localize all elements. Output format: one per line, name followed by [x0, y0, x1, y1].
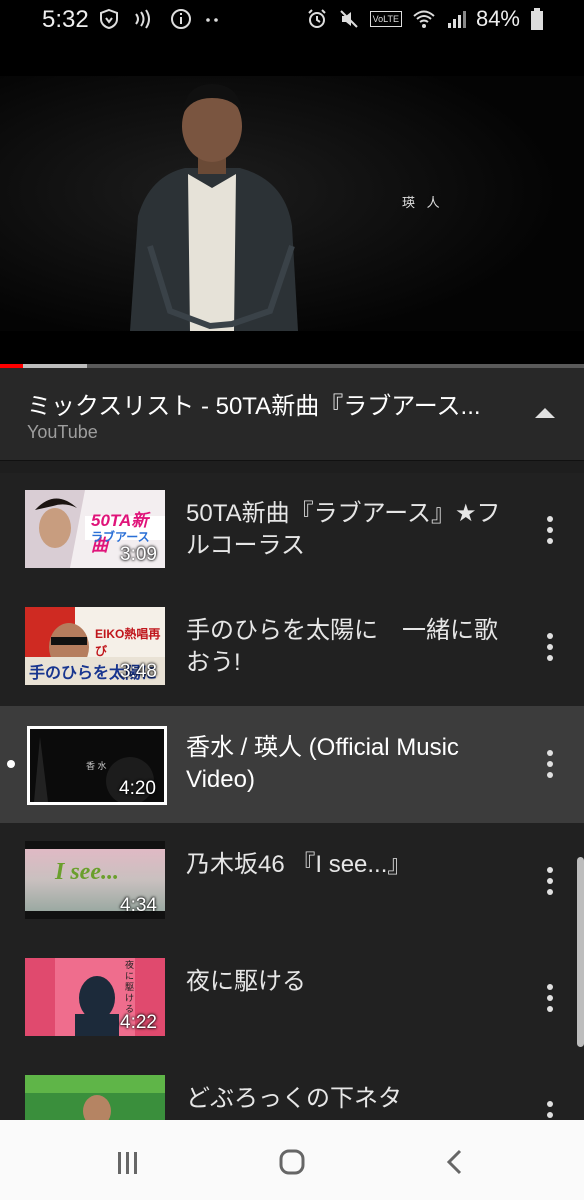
- list-item[interactable]: 50TA新曲 ラブアース 3:09 50TA新曲『ラブアース』★フルコーラス: [0, 472, 584, 589]
- more-options-icon[interactable]: [538, 750, 562, 780]
- signal-icon: [447, 11, 466, 28]
- list-item[interactable]: I see... 4:34 乃木坂46 『I see...』: [0, 823, 584, 940]
- video-title: 50TA新曲『ラブアース』★フルコーラス: [186, 500, 501, 559]
- video-bottom-band: [0, 331, 584, 364]
- thumb-text-main: I see...: [55, 859, 119, 885]
- wifi-icon: [413, 10, 435, 28]
- duration-label: 4:22: [120, 1012, 157, 1033]
- list-item-now-playing[interactable]: 香 水 4:20 香水 / 瑛人 (Official Music Video): [0, 706, 584, 823]
- info-icon: [171, 9, 191, 29]
- status-bar: 5:32 VoLTE 84%: [0, 0, 584, 40]
- playlist-title: ミックスリスト - 50TA新曲『ラブアース...: [27, 393, 481, 420]
- system-nav-bar: [0, 1120, 584, 1200]
- recent-apps-icon[interactable]: [108, 1144, 148, 1184]
- video-title: 夜に駆ける: [186, 968, 306, 995]
- more-options-icon[interactable]: [538, 984, 562, 1014]
- more-options-icon[interactable]: [538, 633, 562, 663]
- more-dots-icon: [206, 18, 218, 22]
- thumb-text-main: EIKO熱唱再び: [95, 627, 161, 658]
- video-title: 乃木坂46 『I see...』: [186, 851, 412, 878]
- duration-label: 4:34: [120, 895, 157, 916]
- home-icon[interactable]: [272, 1144, 312, 1184]
- alarm-icon: [307, 9, 326, 28]
- list-item[interactable]: EIKO熱唱再び 手のひらを太陽に 3:48 手のひらを太陽に 一緒に歌おう!: [0, 589, 584, 706]
- video-title: 香水 / 瑛人 (Official Music Video): [186, 734, 459, 793]
- thumb-text-main: 香 水: [86, 761, 107, 771]
- video-thumbnail: 50TA新曲 ラブアース 3:09: [25, 490, 165, 568]
- shield-icon: [100, 8, 118, 30]
- more-options-icon[interactable]: [538, 516, 562, 546]
- playlist-header[interactable]: ミックスリスト - 50TA新曲『ラブアース... YouTube: [0, 368, 584, 460]
- duration-label: 3:09: [120, 544, 157, 565]
- video-title: どぶろっくの下ネタ: [186, 1085, 402, 1112]
- nfc-icon: [135, 9, 150, 29]
- playlist-list: 50TA新曲 ラブアース 3:09 50TA新曲『ラブアース』★フルコーラス E…: [0, 472, 584, 1174]
- battery-icon: [531, 8, 543, 30]
- video-top-band: [0, 40, 584, 76]
- volte-icon: VoLTE: [369, 11, 402, 27]
- video-thumbnail: 夜に駆ける 4:22: [25, 958, 165, 1036]
- back-icon[interactable]: [436, 1144, 476, 1184]
- video-frame: [0, 76, 584, 331]
- mute-icon: [339, 10, 358, 28]
- playlist-channel: YouTube: [27, 422, 98, 442]
- status-time: 5:32: [42, 6, 89, 33]
- video-title: 手のひらを太陽に 一緒に歌おう!: [186, 617, 498, 676]
- video-thumbnail: EIKO熱唱再び 手のひらを太陽に 3:48: [25, 607, 165, 685]
- video-player[interactable]: 瑛 人: [0, 76, 584, 331]
- scrollbar[interactable]: [577, 857, 584, 1047]
- video-thumbnail: I see... 4:34: [25, 841, 165, 919]
- duration-label: 4:20: [119, 778, 156, 799]
- video-thumbnail: 香 水 4:20: [27, 726, 167, 805]
- video-caption-text: 瑛 人: [402, 195, 444, 210]
- collapse-chevron-icon[interactable]: [530, 400, 560, 424]
- thumb-text-main: 夜に駆ける: [125, 960, 135, 1014]
- thumb-text-sub: ラブアース: [91, 530, 150, 544]
- list-item[interactable]: 夜に駆ける 4:22 夜に駆ける: [0, 940, 584, 1057]
- more-options-icon[interactable]: [538, 867, 562, 897]
- battery-percent: 84%: [475, 6, 520, 31]
- duration-label: 3:48: [120, 661, 157, 682]
- now-playing-indicator: [7, 760, 15, 768]
